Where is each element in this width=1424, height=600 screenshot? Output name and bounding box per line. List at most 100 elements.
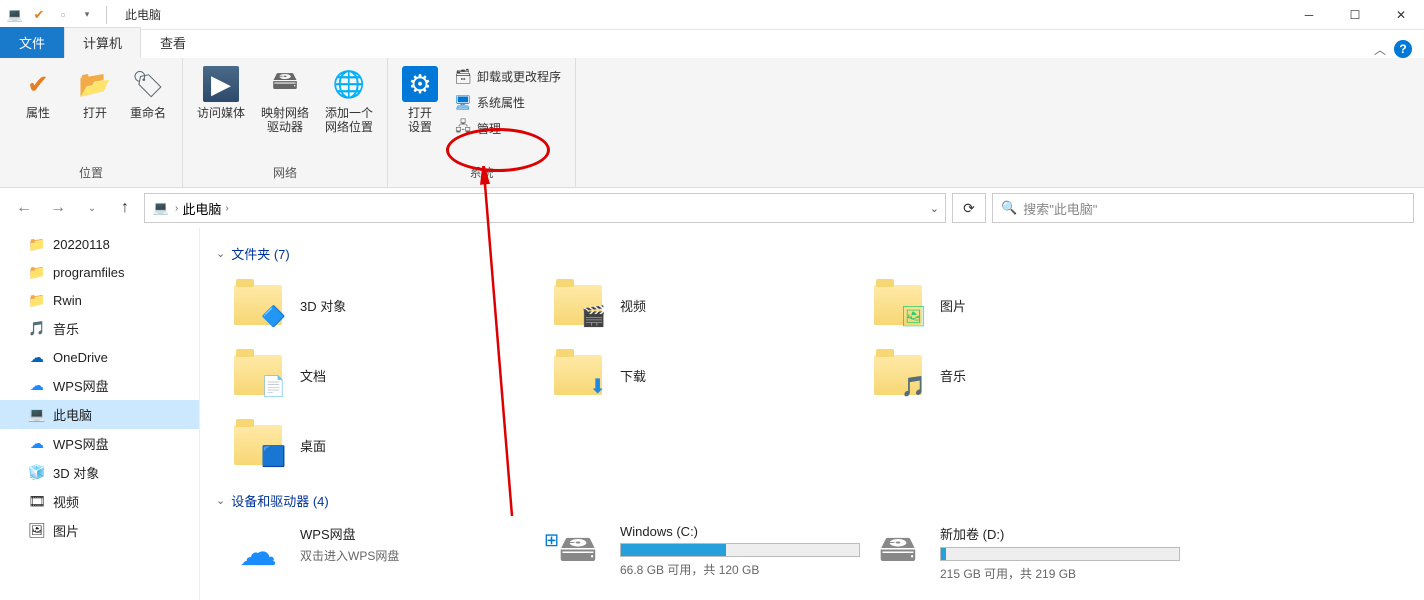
video-icon: 🎞 <box>28 493 46 511</box>
open-settings-button[interactable]: ⚙ 打开 设置 <box>396 62 444 139</box>
folder-item[interactable]: ⬇ 下载 <box>546 343 866 407</box>
folder-item[interactable]: 🎬 视频 <box>546 273 866 337</box>
pic-icon: 🖼 <box>28 522 46 540</box>
explorer-body: 📁20220118📁programfiles📁Rwin🎵音乐☁OneDrive☁… <box>0 228 1424 600</box>
address-bar[interactable]: 💻 › 此电脑 › ⌄ <box>144 193 946 223</box>
folder-label: 音乐 <box>940 366 966 385</box>
tree-item[interactable]: 📁20220118 <box>0 230 199 258</box>
folder-icon: 🖼 <box>870 277 926 333</box>
rename-label: 重命名 <box>130 106 166 120</box>
wps-icon: ☁ <box>28 435 46 453</box>
drive-usage-bar <box>940 547 1180 561</box>
folder-icon: 📁 <box>28 291 46 309</box>
maximize-button[interactable]: ☐ <box>1332 0 1378 30</box>
folder-icon: 🔷 <box>230 277 286 333</box>
3d-icon: 🧊 <box>28 464 46 482</box>
check-icon: ✔ <box>20 66 56 102</box>
minimize-button[interactable]: ─ <box>1286 0 1332 30</box>
nav-recent-dropdown[interactable]: ⌄ <box>78 194 106 222</box>
tree-item[interactable]: ☁ OneDrive <box>0 343 199 371</box>
ribbon-tabs: 文件 计算机 查看 ︿ ? <box>0 30 1424 58</box>
folder-icon: 🟦 <box>230 417 286 473</box>
uninstall-label: 卸载或更改程序 <box>477 68 561 85</box>
add-location-button[interactable]: 🌐 添加一个 网络位置 <box>319 62 379 139</box>
ribbon-group-location: ✔ 属性 📂 打开 🏷 重命名 位置 <box>0 58 183 187</box>
folder-label: 下载 <box>620 366 646 385</box>
folder-item[interactable]: 🎵音乐 <box>866 343 1186 407</box>
tree-item-label: WPS网盘 <box>53 376 109 395</box>
qat-new-icon[interactable]: ▫ <box>54 6 72 24</box>
tree-item[interactable]: ☁WPS网盘 <box>0 371 199 400</box>
search-box[interactable]: 🔍 搜索"此电脑" <box>992 193 1414 223</box>
tab-view[interactable]: 查看 <box>141 27 205 58</box>
folder-icon: 🎬 <box>550 277 606 333</box>
folder-label: 3D 对象 <box>300 296 346 315</box>
ribbon: ✔ 属性 📂 打开 🏷 重命名 位置 ▶ 访问媒体 🖴 映射网络 驱动器 <box>0 58 1424 188</box>
folder-item[interactable]: 📄 文档 <box>226 343 546 407</box>
folder-item[interactable]: 🖼图片 <box>866 273 1186 337</box>
tree-item-label: 此电脑 <box>53 405 92 424</box>
folder-icon: 📁 <box>28 235 46 253</box>
tree-item[interactable]: 💻此电脑 <box>0 400 199 429</box>
tree-item[interactable]: 📁programfiles <box>0 258 199 286</box>
breadcrumb-this-pc[interactable]: 此电脑 <box>182 199 221 218</box>
access-media-label: 访问媒体 <box>197 106 245 120</box>
folder-icon: ⬇ <box>550 347 606 403</box>
folder-item[interactable]: 🟦 桌面 <box>226 413 546 477</box>
ribbon-group-system: ⚙ 打开 设置 🗃 卸载或更改程序 🖥 系统属性 🖧 管理 系统 <box>388 58 576 187</box>
breadcrumb-sep-icon: › <box>175 203 178 214</box>
system-properties-button[interactable]: 🖥 系统属性 <box>448 90 567 114</box>
nav-up-button[interactable]: ↑ <box>112 194 138 222</box>
tab-computer[interactable]: 计算机 <box>64 27 141 58</box>
tree-item[interactable]: 🖼图片 <box>0 516 199 545</box>
drive-item[interactable]: ☁WPS网盘双击进入WPS网盘 <box>226 520 546 586</box>
help-icon[interactable]: ? <box>1394 40 1412 58</box>
tree-item[interactable]: ☁WPS网盘 <box>0 429 199 458</box>
tree-item[interactable]: 🎵音乐 <box>0 314 199 343</box>
music-icon: 🎵 <box>28 320 46 338</box>
folders-title: 文件夹 (7) <box>231 244 290 263</box>
open-settings-label: 打开 设置 <box>408 106 432 135</box>
open-button[interactable]: 📂 打开 <box>72 62 118 124</box>
folder-icon: 📄 <box>230 347 286 403</box>
tree-item[interactable]: 📁 Rwin <box>0 286 199 314</box>
divider <box>106 6 107 24</box>
folder-label: 视频 <box>620 296 646 315</box>
uninstall-button[interactable]: 🗃 卸载或更改程序 <box>448 64 567 88</box>
tab-file[interactable]: 文件 <box>0 27 64 58</box>
address-dropdown-icon[interactable]: ⌄ <box>930 202 939 215</box>
onedrive-icon: ☁ <box>28 348 46 366</box>
properties-button[interactable]: ✔ 属性 <box>8 62 68 124</box>
access-media-button[interactable]: ▶ 访问媒体 <box>191 62 251 124</box>
drive-item[interactable]: 🖴⊞Windows (C:)66.8 GB 可用，共 120 GB <box>546 520 866 586</box>
drive-usage-bar <box>620 543 860 557</box>
tree-item-label: OneDrive <box>53 350 108 365</box>
rename-button[interactable]: 🏷 重命名 <box>122 62 174 124</box>
folder-label: 文档 <box>300 366 326 385</box>
close-button[interactable]: ✕ <box>1378 0 1424 30</box>
refresh-button[interactable]: ⟳ <box>952 193 986 223</box>
group-location-label: 位置 <box>8 162 174 183</box>
map-drive-button[interactable]: 🖴 映射网络 驱动器 <box>255 62 315 139</box>
folder-label: 桌面 <box>300 436 326 455</box>
qat-properties-icon[interactable]: ✔ <box>30 6 48 24</box>
window-title: 此电脑 <box>125 6 161 23</box>
drives-group-header[interactable]: ⌄ 设备和驱动器 (4) <box>216 491 1408 510</box>
title-bar: 💻 ✔ ▫ ▾ 此电脑 ─ ☐ ✕ <box>0 0 1424 30</box>
collapse-ribbon-icon[interactable]: ︿ <box>1374 41 1386 58</box>
gear-icon: ⚙ <box>402 66 438 102</box>
group-network-label: 网络 <box>191 162 379 183</box>
manage-button[interactable]: 🖧 管理 <box>448 116 567 140</box>
properties-label: 属性 <box>26 106 50 120</box>
tree-item[interactable]: 🎞视频 <box>0 487 199 516</box>
pc-icon: 💻 <box>151 198 171 218</box>
folder-item[interactable]: 🔷 3D 对象 <box>226 273 546 337</box>
tree-item-label: Rwin <box>53 293 82 308</box>
tree-item[interactable]: 🧊3D 对象 <box>0 458 199 487</box>
folders-group-header[interactable]: ⌄ 文件夹 (7) <box>216 244 1408 263</box>
nav-back-button[interactable]: ← <box>10 194 38 222</box>
drive-label: Windows (C:) <box>620 524 860 539</box>
qat-dropdown-icon[interactable]: ▾ <box>78 6 96 24</box>
nav-forward-button[interactable]: → <box>44 194 72 222</box>
drive-item[interactable]: 🖴新加卷 (D:)215 GB 可用，共 219 GB <box>866 520 1186 586</box>
